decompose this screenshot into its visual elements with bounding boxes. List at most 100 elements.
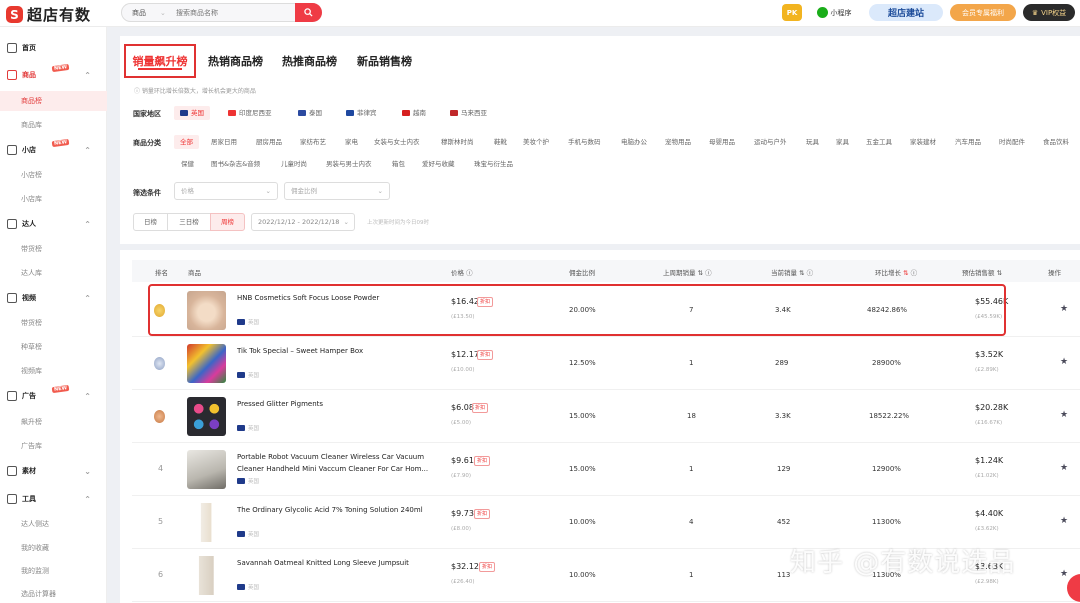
product-name[interactable]: The Ordinary Glycolic Acid 7% Toning Sol… bbox=[237, 504, 437, 516]
commission-select[interactable]: 佣金比例 ⌄ bbox=[284, 182, 390, 200]
sidebar-group-ads[interactable]: 广告 NEW ⌃ bbox=[0, 384, 107, 406]
category-chip[interactable]: 保健 bbox=[181, 157, 194, 171]
tab-hot-sales[interactable]: 热销商品榜 bbox=[208, 44, 263, 78]
sidebar-item-goods-lib[interactable]: 商品库 bbox=[0, 115, 107, 135]
category-chip[interactable]: 儿童时尚 bbox=[281, 157, 307, 171]
table-row[interactable]: 4 Portable Robot Vacuum Cleaner Wireless… bbox=[132, 443, 1080, 496]
sidebar-item-talent-lib[interactable]: 达人库 bbox=[0, 263, 107, 283]
period-3day[interactable]: 三日榜 bbox=[167, 213, 211, 231]
logo[interactable]: S 超店有数 bbox=[6, 4, 91, 25]
product-image[interactable] bbox=[187, 344, 226, 383]
table-row[interactable]: HNB Cosmetics Soft Focus Loose Powder 英国… bbox=[132, 284, 1080, 337]
category-chip[interactable]: 食品饮料 bbox=[1043, 135, 1069, 149]
sidebar-item-video-grass[interactable]: 种草榜 bbox=[0, 337, 107, 357]
search-input[interactable] bbox=[176, 8, 286, 17]
sidebar-item-tool-monitor[interactable]: 我的监测 bbox=[0, 561, 107, 581]
sidebar-item-shop-lib[interactable]: 小店库 bbox=[0, 189, 107, 209]
product-image[interactable] bbox=[187, 503, 226, 542]
sidebar-group-tools[interactable]: 工具 ⌃ bbox=[0, 489, 107, 509]
star-icon[interactable]: ★ bbox=[1060, 463, 1068, 473]
category-chip[interactable]: 女装与女士内衣 bbox=[374, 135, 420, 149]
sidebar-item-tool-calc[interactable]: 选品计算器 bbox=[0, 584, 107, 603]
category-chip[interactable]: 运动与户外 bbox=[754, 135, 787, 149]
category-chip[interactable]: 家装建材 bbox=[910, 135, 936, 149]
table-row[interactable]: Tik Tok Special – Sweet Hamper Box 英国 $1… bbox=[132, 337, 1080, 390]
region-chip-my[interactable]: 马来西亚 bbox=[450, 106, 487, 120]
member-benefit-button[interactable]: 会员专属福利 bbox=[950, 4, 1016, 21]
category-chip[interactable]: 鞋靴 bbox=[494, 135, 507, 149]
header-current[interactable]: 当前销量 ⇅ ⓘ bbox=[771, 267, 813, 277]
sidebar-item-shop-rank[interactable]: 小店榜 bbox=[0, 165, 107, 185]
tab-hot-push[interactable]: 热推商品榜 bbox=[282, 44, 337, 78]
search-button[interactable] bbox=[295, 3, 322, 22]
category-chip[interactable]: 厨房用品 bbox=[256, 135, 282, 149]
category-chip[interactable]: 家电 bbox=[345, 135, 358, 149]
sidebar-item-goods-rank[interactable]: 商品榜 bbox=[0, 91, 107, 111]
category-chip[interactable]: 图书&杂志&音频 bbox=[211, 157, 260, 171]
sidebar-group-material[interactable]: 素材 ⌄ bbox=[0, 461, 107, 481]
product-name[interactable]: HNB Cosmetics Soft Focus Loose Powder bbox=[237, 292, 437, 304]
table-row[interactable]: Pressed Glitter Pigments 英国 $6.08 折扣 (£5… bbox=[132, 390, 1080, 443]
date-range-picker[interactable]: 2022/12/12 - 2022/12/18 ⌄ bbox=[251, 213, 355, 231]
period-day[interactable]: 日榜 bbox=[133, 213, 168, 231]
jianzhan-button[interactable]: 超店建站 bbox=[869, 4, 943, 21]
sidebar-group-goods[interactable]: 商品 NEW ⌃ bbox=[0, 63, 107, 85]
star-icon[interactable]: ★ bbox=[1060, 304, 1068, 314]
category-chip[interactable]: 汽车用品 bbox=[955, 135, 981, 149]
category-chip[interactable]: 电脑办公 bbox=[621, 135, 647, 149]
product-name[interactable]: Savannah Oatmeal Knitted Long Sleeve Jum… bbox=[237, 557, 437, 569]
sidebar-group-talent[interactable]: 达人 ⌃ bbox=[0, 214, 107, 234]
category-chip[interactable]: 居家日用 bbox=[211, 135, 237, 149]
region-chip-th[interactable]: 泰国 bbox=[298, 106, 322, 120]
category-chip[interactable]: 玩具 bbox=[806, 135, 819, 149]
header-last-week[interactable]: 上周期销量 ⇅ ⓘ bbox=[663, 267, 712, 277]
vip-button[interactable]: ♛ VIP权益 bbox=[1023, 4, 1075, 21]
sidebar-item-video-bring[interactable]: 带货榜 bbox=[0, 313, 107, 333]
category-chip[interactable]: 箱包 bbox=[392, 157, 405, 171]
category-chip[interactable]: 家纺布艺 bbox=[300, 135, 326, 149]
header-est-sales[interactable]: 预估销售额 ⇅ bbox=[962, 267, 1002, 277]
tab-new-sales[interactable]: 新品销售榜 bbox=[357, 44, 412, 78]
category-chip[interactable]: 男装与男士内衣 bbox=[326, 157, 372, 171]
sidebar-item-home[interactable]: 首页 bbox=[0, 38, 107, 58]
sidebar-group-shop[interactable]: 小店 NEW ⌃ bbox=[0, 138, 107, 160]
category-chip[interactable]: 宠物用品 bbox=[665, 135, 691, 149]
product-name[interactable]: Portable Robot Vacuum Cleaner Wireless C… bbox=[237, 451, 437, 475]
product-image[interactable] bbox=[187, 450, 226, 489]
category-chip[interactable]: 珠宝与衍生品 bbox=[474, 157, 513, 171]
category-chip[interactable]: 家具 bbox=[836, 135, 849, 149]
sidebar-group-video[interactable]: 视频 ⌃ bbox=[0, 288, 107, 308]
region-chip-vn[interactable]: 越南 bbox=[402, 106, 426, 120]
category-chip[interactable]: 穆斯林时尚 bbox=[441, 135, 474, 149]
star-icon[interactable]: ★ bbox=[1060, 410, 1068, 420]
mini-program-button[interactable]: 小程序 bbox=[808, 4, 860, 21]
price-select[interactable]: 价格 ⌄ bbox=[174, 182, 278, 200]
category-chip[interactable]: 五金工具 bbox=[866, 135, 892, 149]
category-chip[interactable]: 爱好与收藏 bbox=[422, 157, 455, 171]
header-growth[interactable]: 环比增长 ⇅ ⓘ bbox=[875, 267, 917, 277]
sidebar-item-ads-rise[interactable]: 飙升榜 bbox=[0, 412, 107, 432]
period-week[interactable]: 周榜 bbox=[210, 213, 245, 231]
tab-sales-rise[interactable]: 销量飙升榜 bbox=[124, 44, 196, 78]
pk-button[interactable]: PK bbox=[782, 4, 802, 21]
category-chip[interactable]: 母婴用品 bbox=[709, 135, 735, 149]
star-icon[interactable]: ★ bbox=[1060, 569, 1068, 579]
category-chip[interactable]: 全部 bbox=[174, 135, 199, 149]
product-name[interactable]: Pressed Glitter Pigments bbox=[237, 398, 437, 410]
product-image[interactable] bbox=[187, 291, 226, 330]
category-chip[interactable]: 时尚配件 bbox=[999, 135, 1025, 149]
category-chip[interactable]: 美妆个护 bbox=[523, 135, 549, 149]
region-chip-uk[interactable]: 英国 bbox=[174, 106, 210, 120]
region-chip-id[interactable]: 印度尼西亚 bbox=[228, 106, 272, 120]
star-icon[interactable]: ★ bbox=[1060, 357, 1068, 367]
header-price[interactable]: 价格 ⓘ bbox=[451, 267, 473, 277]
product-name[interactable]: Tik Tok Special – Sweet Hamper Box bbox=[237, 345, 437, 357]
sidebar-item-tool-fav[interactable]: 我的收藏 bbox=[0, 538, 107, 558]
search-category-select[interactable]: 商品 bbox=[122, 8, 160, 18]
sidebar-item-talent-bring[interactable]: 带货榜 bbox=[0, 239, 107, 259]
sidebar-item-video-lib[interactable]: 视频库 bbox=[0, 361, 107, 381]
category-chip[interactable]: 手机与数码 bbox=[568, 135, 601, 149]
product-image[interactable] bbox=[187, 556, 226, 595]
region-chip-ph[interactable]: 菲律宾 bbox=[346, 106, 377, 120]
sidebar-item-tool-detect[interactable]: 达人侧达 bbox=[0, 514, 107, 534]
